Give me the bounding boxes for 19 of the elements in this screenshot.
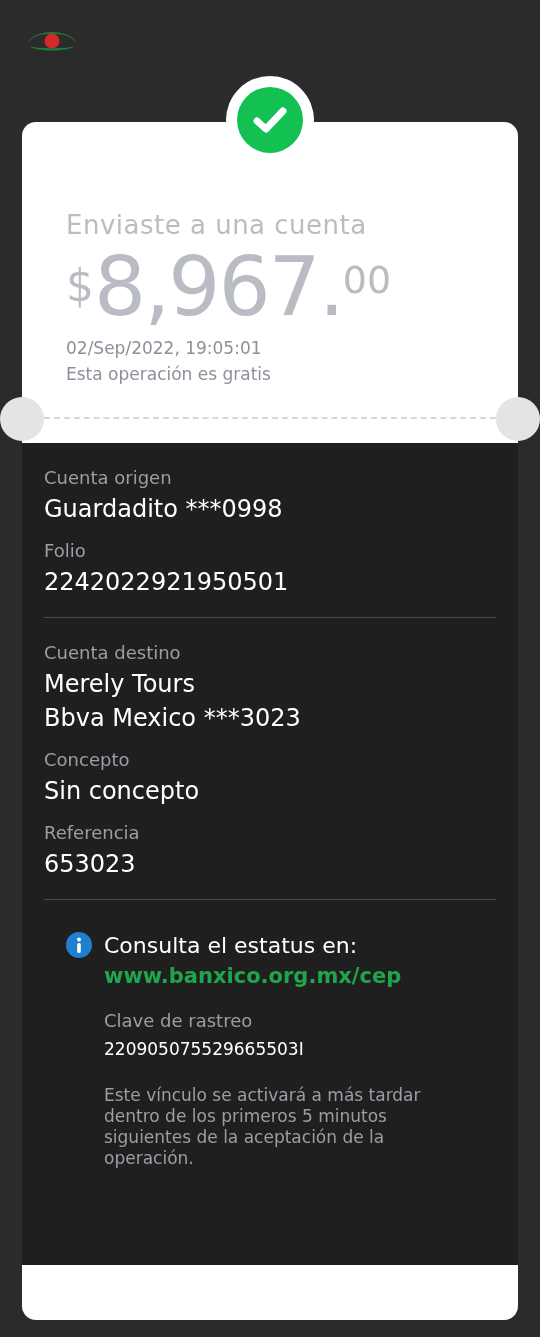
date-time: 02/Sep/2022, 19:05:01 <box>66 338 263 358</box>
info-heading: Consulta el estatus en: <box>104 932 358 958</box>
field-value: Bbva Mexico ***3023 <box>44 703 302 734</box>
fee-note: Esta operación es gratis <box>66 364 272 384</box>
field-label: Cuenta destino <box>44 642 182 663</box>
banxico-link[interactable]: www.banxico.org.mx/cep <box>104 964 474 988</box>
info-note: Este vínculo se activará a más tardar dentro de los primeros 5 minutos siguientes de la aceptación de la operación. <box>104 1085 422 1169</box>
field-value: Guardadito ***0998 <box>44 494 284 525</box>
field-label: Concepto <box>44 749 131 770</box>
field-value: Sin concepto <box>44 776 201 807</box>
field-label: Cuenta origen <box>44 467 173 488</box>
field-label: Folio <box>44 540 87 561</box>
field-value: Merely Tours <box>44 669 196 700</box>
tracking-key: 220905075529665503I <box>104 1039 474 1059</box>
field-value: 653023 <box>44 849 137 880</box>
field-value: 2242022921950501 <box>44 567 290 598</box>
receipt-title: Enviaste a una cuenta <box>66 210 368 240</box>
field-label: Referencia <box>44 822 141 843</box>
tracking-label: Clave de rastreo <box>104 1010 254 1031</box>
